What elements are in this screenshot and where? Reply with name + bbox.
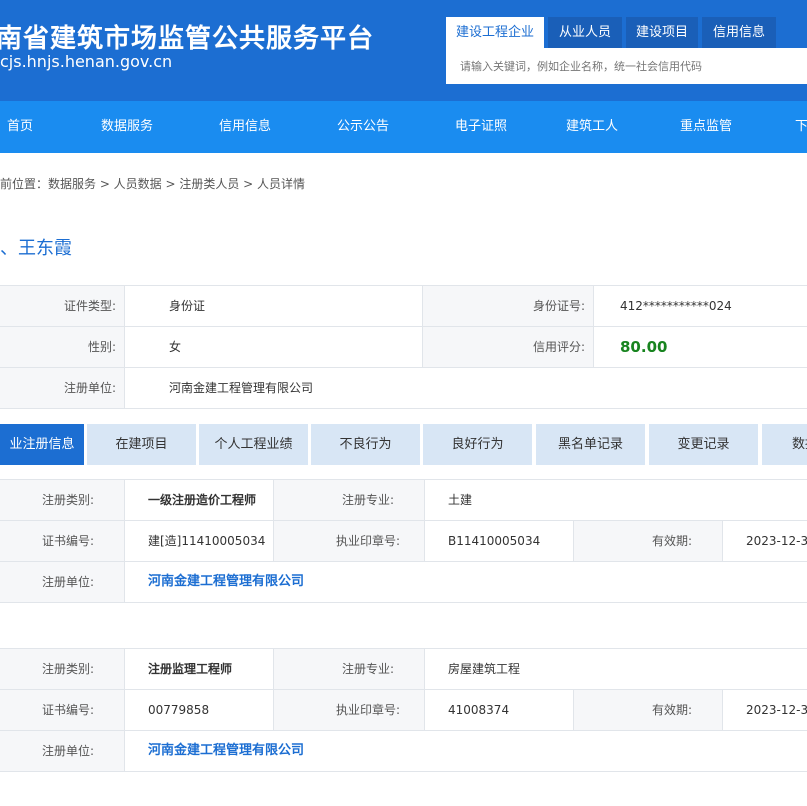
table-row: 注册单位: 河南金建工程管理有限公司 bbox=[0, 731, 807, 772]
nav-item-workers[interactable]: 建筑工人 bbox=[566, 101, 618, 153]
registration-type-value: 注册监理工程师 bbox=[148, 662, 233, 676]
breadcrumb: 前位置：数据服务 > 人员数据 > 注册类人员 > 人员详情 bbox=[0, 177, 306, 191]
person-info-table: 证件类型: 身份证 身份证号: 412***********024 性别: 女 … bbox=[0, 285, 807, 409]
registration-specialty-value: 房屋建筑工程 bbox=[448, 662, 521, 676]
registration-unit-label: 注册单位: bbox=[0, 562, 124, 602]
seal-number-value: B11410005034 bbox=[448, 534, 541, 548]
gender-value: 女 bbox=[169, 340, 182, 354]
company-label: 注册单位: bbox=[0, 368, 124, 408]
table-row: 证书编号: 00779858 执业印章号: 41008374 有效期: 2023… bbox=[0, 690, 807, 731]
certificate-number-label: 证书编号: bbox=[0, 690, 124, 730]
registration-unit-link[interactable]: 河南金建工程管理有限公司 bbox=[124, 731, 304, 771]
tab-change-records[interactable]: 变更记录 bbox=[649, 424, 758, 465]
nav-item-e-certificates[interactable]: 电子证照 bbox=[455, 101, 507, 153]
id-number-label: 身份证号: bbox=[423, 286, 593, 326]
table-row: 性别: 女 信用评分: 80.00 bbox=[0, 327, 807, 368]
gender-label: 性别: bbox=[0, 327, 124, 367]
site-url: cjs.hnjs.henan.gov.cn bbox=[0, 52, 173, 71]
nav-item-credit[interactable]: 信用信息 bbox=[219, 101, 271, 153]
registration-type-label: 注册类别: bbox=[0, 480, 124, 520]
person-name: 、王东霞 bbox=[0, 238, 72, 259]
company-value: 河南金建工程管理有限公司 bbox=[169, 381, 314, 395]
table-row: 证件类型: 身份证 身份证号: 412***********024 bbox=[0, 286, 807, 327]
nav-item-home[interactable]: 首页 bbox=[7, 101, 33, 153]
certificate-number-value: 00779858 bbox=[148, 703, 210, 717]
search-tab-practitioners[interactable]: 从业人员 bbox=[548, 17, 622, 48]
seal-number-label: 执业印章号: bbox=[274, 690, 424, 730]
site-header: 南省建筑市场监管公共服务平台 cjs.hnjs.henan.gov.cn 建设工… bbox=[0, 0, 807, 101]
validity-label: 有效期: bbox=[574, 690, 722, 730]
tab-bad-behavior[interactable]: 不良行为 bbox=[311, 424, 420, 465]
registration-specialty-label: 注册专业: bbox=[274, 480, 424, 520]
table-row: 注册单位: 河南金建工程管理有限公司 bbox=[0, 562, 807, 603]
credit-score-value: 80.00 bbox=[620, 338, 668, 356]
registration-specialty-value: 土建 bbox=[448, 493, 473, 507]
registration-table: 注册类别: 注册监理工程师 注册专业: 房屋建筑工程 证书编号: 0077985… bbox=[0, 648, 807, 772]
nav-item-key-supervision[interactable]: 重点监管 bbox=[680, 101, 732, 153]
main-nav: 首页 数据服务 信用信息 公示公告 电子证照 建筑工人 重点监管 下 bbox=[0, 101, 807, 153]
id-type-value: 身份证 bbox=[169, 299, 206, 313]
validity-label: 有效期: bbox=[574, 521, 722, 561]
detail-tabs: 业注册信息 在建项目 个人工程业绩 不良行为 良好行为 黑名单记录 变更记录 数… bbox=[0, 424, 807, 465]
credit-score-label: 信用评分: bbox=[423, 327, 593, 367]
search-tab-credit[interactable]: 信用信息 bbox=[702, 17, 776, 48]
table-row: 注册类别: 注册监理工程师 注册专业: 房屋建筑工程 bbox=[0, 649, 807, 690]
tab-ongoing-projects[interactable]: 在建项目 bbox=[87, 424, 196, 465]
certificate-number-label: 证书编号: bbox=[0, 521, 124, 561]
table-row: 证书编号: 建[造]11410005034 执业印章号: B1141000503… bbox=[0, 521, 807, 562]
tab-registration-info[interactable]: 业注册信息 bbox=[0, 424, 84, 465]
search-input[interactable] bbox=[446, 48, 807, 84]
tab-personal-performance[interactable]: 个人工程业绩 bbox=[199, 424, 308, 465]
tab-data[interactable]: 数据 bbox=[762, 424, 807, 465]
validity-value: 2023-12-31 bbox=[746, 703, 807, 717]
tab-good-behavior[interactable]: 良好行为 bbox=[423, 424, 532, 465]
nav-item-data-services[interactable]: 数据服务 bbox=[101, 101, 153, 153]
nav-item-download[interactable]: 下 bbox=[795, 101, 807, 153]
certificate-number-value: 建[造]11410005034 bbox=[148, 534, 266, 548]
validity-value: 2023-12-31 bbox=[746, 534, 807, 548]
seal-number-label: 执业印章号: bbox=[274, 521, 424, 561]
tab-blacklist[interactable]: 黑名单记录 bbox=[536, 424, 645, 465]
registration-unit-link[interactable]: 河南金建工程管理有限公司 bbox=[124, 562, 304, 602]
registration-type-label: 注册类别: bbox=[0, 649, 124, 689]
registration-unit-label: 注册单位: bbox=[0, 731, 124, 771]
registration-specialty-label: 注册专业: bbox=[274, 649, 424, 689]
table-row: 注册类别: 一级注册造价工程师 注册专业: 土建 bbox=[0, 480, 807, 521]
search-box bbox=[446, 48, 807, 84]
seal-number-value: 41008374 bbox=[448, 703, 510, 717]
table-row: 注册单位: 河南金建工程管理有限公司 bbox=[0, 368, 807, 409]
nav-item-announcements[interactable]: 公示公告 bbox=[337, 101, 389, 153]
id-number-value: 412***********024 bbox=[620, 299, 732, 313]
search-tab-projects[interactable]: 建设项目 bbox=[626, 17, 698, 48]
registration-table: 注册类别: 一级注册造价工程师 注册专业: 土建 证书编号: 建[造]11410… bbox=[0, 479, 807, 603]
registration-type-value: 一级注册造价工程师 bbox=[148, 493, 257, 507]
site-title: 南省建筑市场监管公共服务平台 bbox=[0, 24, 375, 54]
id-type-label: 证件类型: bbox=[0, 286, 124, 326]
search-tab-enterprise[interactable]: 建设工程企业 bbox=[446, 17, 544, 48]
